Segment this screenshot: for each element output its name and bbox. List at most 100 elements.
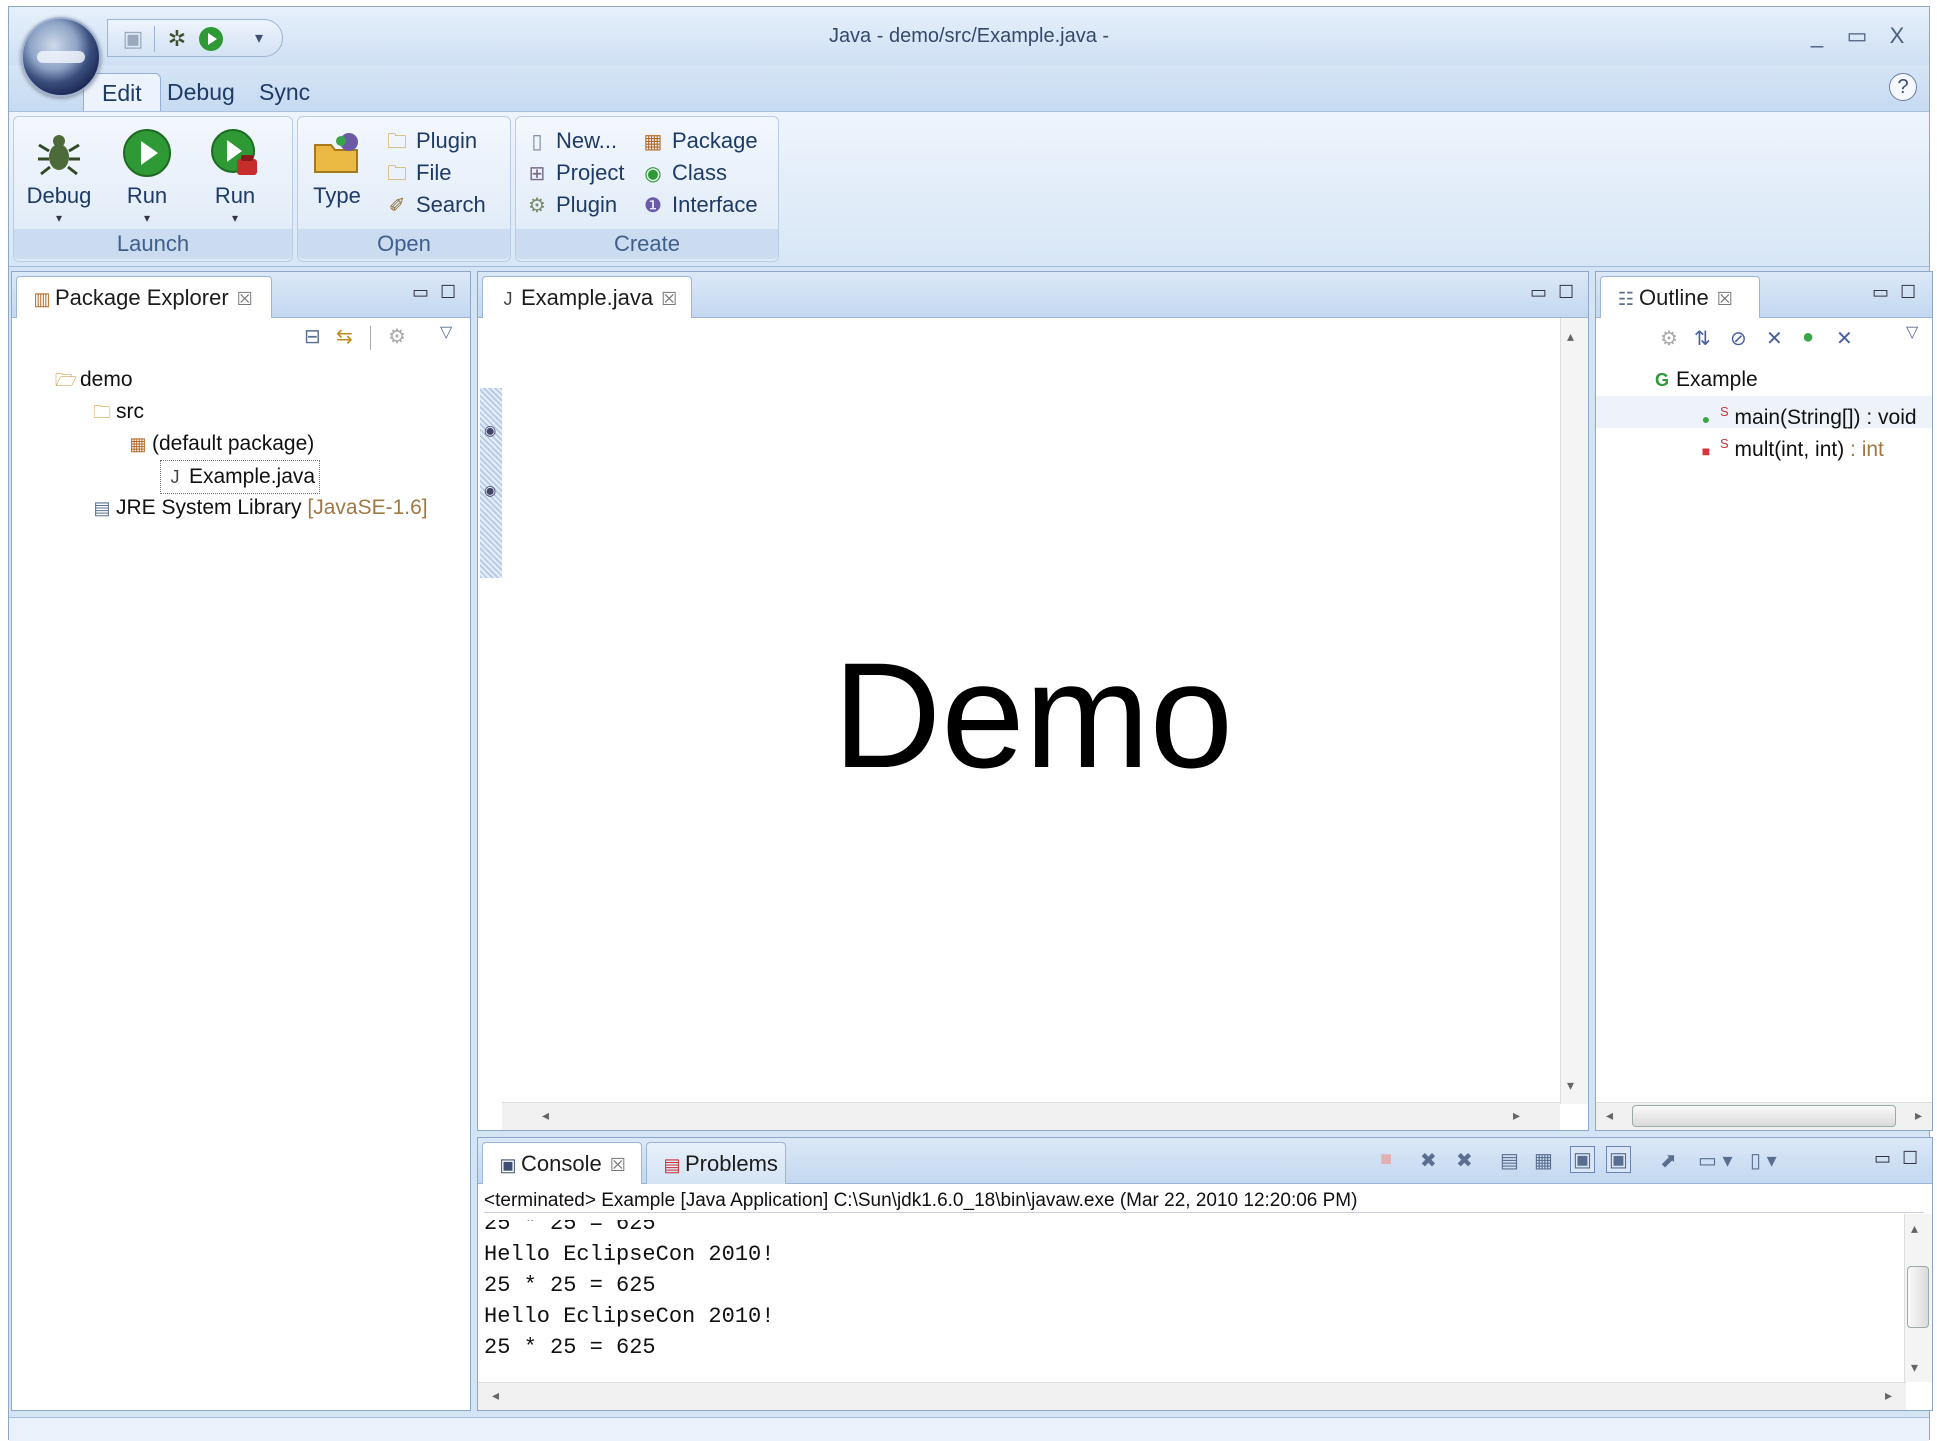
maximize-view-icon[interactable]: ☐: [1558, 282, 1574, 303]
application-orb-button[interactable]: [21, 17, 101, 97]
open-file-button[interactable]: 🗀 File: [384, 155, 451, 191]
run-launch-button[interactable]: Run ▾: [108, 123, 186, 229]
filter-icon[interactable]: ⚙: [388, 324, 406, 349]
close-button[interactable]: X: [1879, 21, 1915, 51]
scrollbar-thumb[interactable]: [1907, 1266, 1929, 1328]
maximize-view-icon[interactable]: ☐: [1900, 282, 1916, 303]
breakpoint-marker-icon[interactable]: ◉: [484, 422, 496, 439]
view-menu-icon[interactable]: ▽: [1906, 322, 1918, 342]
scrollbar-thumb[interactable]: [1632, 1105, 1896, 1127]
minimize-view-icon[interactable]: ▭: [1530, 282, 1547, 303]
tree-item-default-package[interactable]: ▦ (default package): [12, 428, 470, 460]
help-button[interactable]: ?: [1889, 73, 1917, 101]
create-interface-button[interactable]: ❶ Interface: [640, 187, 758, 223]
editor-vertical-scrollbar[interactable]: ▴ ▾: [1560, 318, 1588, 1104]
tab-console[interactable]: ▣ Console ☒: [482, 1142, 642, 1184]
hide-fields-icon[interactable]: ⊘: [1730, 326, 1747, 351]
clear-console-icon[interactable]: ▤: [1500, 1148, 1519, 1173]
scroll-right-icon[interactable]: ▸: [1885, 1387, 1892, 1404]
tree-item-example-java[interactable]: J Example.java: [12, 460, 470, 494]
group-label-launch: Launch: [14, 229, 292, 259]
remove-launch-icon[interactable]: ✖: [1420, 1148, 1437, 1173]
bug-icon[interactable]: ✲: [164, 26, 190, 52]
maximize-view-icon[interactable]: ☐: [1902, 1148, 1918, 1169]
console-line: Hello EclipseCon 2010!: [484, 1304, 775, 1329]
close-icon[interactable]: ☒: [237, 289, 253, 309]
scroll-left-icon[interactable]: ◂: [492, 1387, 499, 1404]
create-new-button[interactable]: ▯ New...: [524, 123, 617, 159]
collapse-all-icon[interactable]: ⊟: [304, 324, 321, 349]
scroll-down-icon[interactable]: ▾: [1911, 1359, 1918, 1376]
maximize-view-icon[interactable]: ☐: [440, 282, 456, 303]
sort-icon[interactable]: ⇅: [1694, 326, 1711, 351]
create-plugin-button[interactable]: ⚙ Plugin: [524, 187, 617, 223]
minimize-view-icon[interactable]: ▭: [1874, 1148, 1891, 1169]
remove-all-launches-icon[interactable]: ✖: [1456, 1148, 1473, 1173]
close-icon[interactable]: ☒: [1717, 289, 1733, 309]
scroll-left-icon[interactable]: ◂: [1606, 1107, 1613, 1124]
close-icon[interactable]: ☒: [610, 1155, 626, 1175]
ribbon-tab-debug[interactable]: Debug: [149, 73, 253, 111]
minimize-view-icon[interactable]: ▭: [412, 282, 429, 303]
console-vertical-scrollbar[interactable]: ▴ ▾: [1904, 1214, 1932, 1382]
tab-example-java[interactable]: J Example.java ☒: [482, 276, 692, 318]
maximize-button[interactable]: ▭: [1839, 21, 1875, 51]
outline-method-mult[interactable]: ■ S mult(int, int) : int: [1596, 428, 1932, 461]
display-console-icon[interactable]: ▭ ▾: [1698, 1148, 1733, 1173]
tree-item-jre-library[interactable]: ▤ JRE System Library [JavaSE-1.6]: [12, 492, 470, 524]
hide-static-icon[interactable]: ✕: [1766, 326, 1783, 351]
tab-package-explorer[interactable]: ▥ Package Explorer ☒: [16, 276, 272, 318]
tree-item-src[interactable]: 🗀 src: [12, 396, 470, 428]
java-file-icon: J: [170, 467, 180, 487]
create-class-button[interactable]: ◉ Class: [640, 155, 727, 191]
close-icon[interactable]: ☒: [661, 289, 677, 309]
hide-nonpublic-icon[interactable]: ●: [1802, 326, 1814, 349]
scroll-lock-icon[interactable]: ▦: [1534, 1148, 1553, 1173]
package-explorer-tab-label: Package Explorer: [55, 285, 229, 310]
save-icon[interactable]: ▣: [120, 26, 146, 52]
static-marker: S: [1720, 404, 1729, 419]
console-horizontal-scrollbar[interactable]: ◂ ▸: [478, 1382, 1906, 1410]
new-plugin-icon: ⚙: [528, 195, 546, 217]
open-type-button[interactable]: Type: [298, 123, 376, 229]
tab-problems[interactable]: ▤ Problems: [646, 1142, 786, 1184]
view-menu-icon[interactable]: ▽: [440, 322, 452, 342]
package-explorer-header: ▥ Package Explorer ☒ ▭ ☐: [12, 272, 470, 318]
outline-class-example[interactable]: G Example: [1596, 364, 1932, 396]
scroll-right-icon[interactable]: ▸: [1915, 1107, 1922, 1124]
debug-launch-button[interactable]: Debug ▾: [20, 123, 98, 229]
minimize-button[interactable]: _: [1799, 21, 1835, 51]
scroll-left-icon[interactable]: ◂: [542, 1107, 549, 1124]
show-on-error-icon[interactable]: ▣: [1606, 1146, 1631, 1173]
run-icon: [121, 127, 173, 179]
run-icon[interactable]: [198, 26, 224, 52]
ribbon-tab-sync[interactable]: Sync: [241, 73, 328, 111]
scroll-down-icon[interactable]: ▾: [1567, 1077, 1574, 1094]
pin-console-icon[interactable]: ⬈: [1660, 1148, 1677, 1173]
outline-method-main[interactable]: ● S main(String[]) : void: [1596, 396, 1932, 429]
breakpoint-marker-icon[interactable]: ◉: [484, 482, 496, 499]
tree-item-demo[interactable]: 🗁 demo: [12, 364, 470, 396]
filter-icon[interactable]: ⚙: [1660, 326, 1678, 351]
minimize-view-icon[interactable]: ▭: [1872, 282, 1889, 303]
console-status-line: <terminated> Example [Java Application] …: [484, 1190, 1924, 1213]
open-plugin-button[interactable]: 🗀 Plugin: [384, 123, 477, 159]
create-project-button[interactable]: ⊞ Project: [524, 155, 625, 191]
quick-access-toolbar: ▣ ✲ ▾: [107, 19, 283, 57]
tab-outline[interactable]: ☷ Outline ☒: [1600, 276, 1760, 318]
terminate-icon[interactable]: ■: [1380, 1148, 1392, 1171]
outline-toolbar: ⚙ ⇅ ⊘ ✕ ● ✕ ▽: [1596, 318, 1932, 358]
scroll-up-icon[interactable]: ▴: [1567, 328, 1574, 345]
outline-horizontal-scrollbar[interactable]: ◂ ▸: [1596, 1102, 1932, 1130]
scroll-up-icon[interactable]: ▴: [1911, 1220, 1918, 1237]
open-search-button[interactable]: ✐ Search: [384, 187, 486, 223]
scroll-right-icon[interactable]: ▸: [1513, 1107, 1520, 1124]
qat-dropdown-icon[interactable]: ▾: [246, 26, 272, 52]
run-external-button[interactable]: Run ▾: [196, 123, 274, 229]
hide-local-types-icon[interactable]: ✕: [1836, 326, 1853, 351]
show-on-output-icon[interactable]: ▣: [1570, 1146, 1595, 1173]
open-console-icon[interactable]: ▯ ▾: [1750, 1148, 1777, 1173]
editor-horizontal-scrollbar[interactable]: ◂ ▸: [502, 1102, 1560, 1130]
create-package-button[interactable]: ▦ Package: [640, 123, 758, 159]
link-with-editor-icon[interactable]: ⇆: [336, 324, 353, 349]
